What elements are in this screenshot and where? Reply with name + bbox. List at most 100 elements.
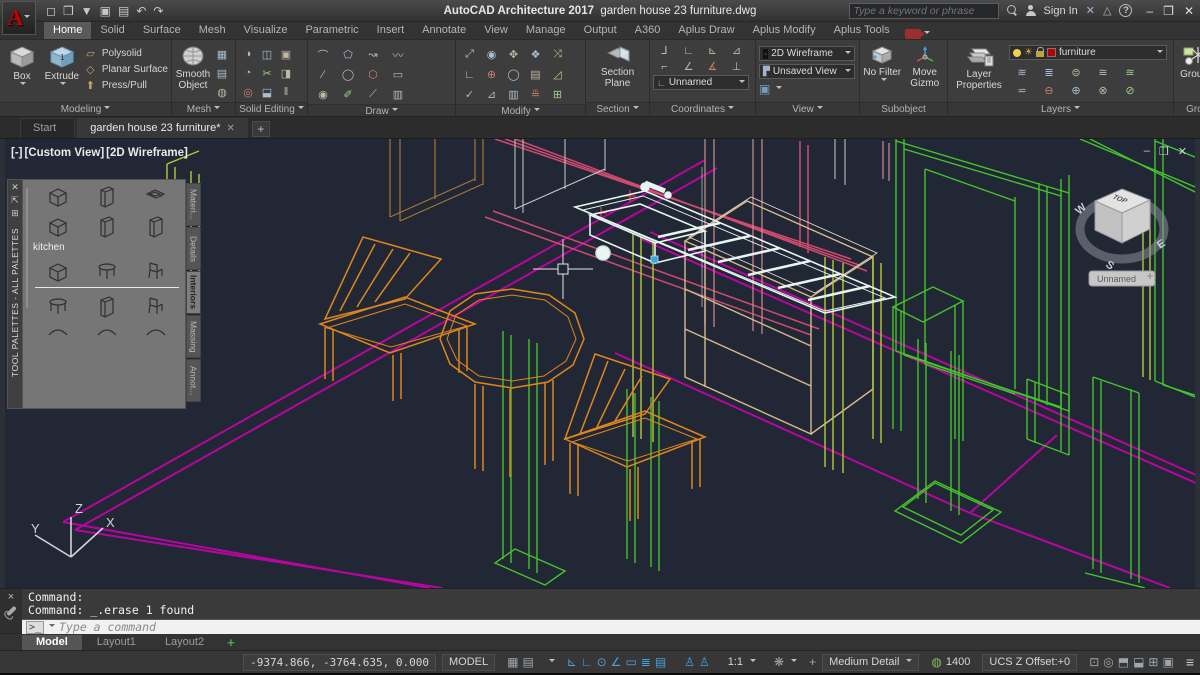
palette-tool-dining[interactable] — [145, 296, 167, 318]
ribbon-tab[interactable]: Mesh — [190, 22, 235, 39]
status-tool-icon[interactable]: ⬒ — [1118, 656, 1129, 668]
status-tool-icon[interactable]: ⊞ — [1148, 656, 1158, 668]
smooth-object-button[interactable]: Smooth Object — [175, 43, 211, 91]
app-menu-button[interactable]: A — [2, 1, 36, 35]
solid-editing-tool-icon[interactable]: ▣ — [277, 45, 295, 63]
no-filter-button[interactable]: No Filter — [863, 43, 902, 84]
snap-mode-icon[interactable]: ⊙ — [597, 656, 607, 668]
snap-mode-icon[interactable]: ≣ — [641, 656, 651, 668]
ribbon-tab[interactable]: A360 — [626, 22, 670, 39]
layer-tool-icon[interactable]: ⊗ — [1090, 82, 1116, 99]
layer-tool-icon[interactable]: ≅ — [1090, 64, 1116, 81]
workspace-gear-button[interactable]: ❋ — [768, 654, 803, 671]
quick-access-icon[interactable]: ❒ — [63, 5, 74, 17]
ucs-named-dropdown[interactable]: ∟ Unnamed — [653, 75, 749, 90]
draw-tool-icon[interactable]: ✐ — [336, 85, 360, 104]
signin-user-icon[interactable] — [1026, 5, 1036, 16]
box-button[interactable]: Box — [3, 43, 41, 88]
panel-title-groups[interactable]: Groups — [1174, 102, 1200, 116]
layer-tool-icon[interactable]: ⋍ — [1009, 82, 1035, 99]
new-layout-button[interactable]: + — [219, 635, 243, 650]
modify-tool-icon[interactable]: ✓ — [459, 85, 480, 104]
draw-tool-icon[interactable]: 〰 — [386, 45, 410, 64]
window-control-button[interactable]: – — [1146, 4, 1153, 18]
annotation-visibility-icon[interactable]: ♙ — [699, 656, 710, 668]
modify-tool-icon[interactable]: ▤ — [525, 65, 546, 84]
palette-tool-furniture[interactable] — [47, 261, 69, 283]
extrude-button[interactable]: 1 Extrude — [43, 43, 81, 88]
draw-tool-icon[interactable]: ⌒ — [311, 45, 335, 64]
file-tab[interactable]: garden house 23 furniture*✕ — [77, 118, 248, 138]
viewcube-cube[interactable]: TOP — [1095, 189, 1150, 243]
quick-access-icon[interactable]: ◻ — [46, 5, 56, 17]
file-tab-close-icon[interactable]: ✕ — [227, 123, 235, 134]
modify-tool-icon[interactable]: ▥ — [503, 85, 524, 104]
group-button[interactable]: Group — [1177, 43, 1200, 80]
palette-tool-kitchen[interactable] — [145, 216, 167, 238]
snap-mode-icon[interactable]: ∟ — [581, 656, 593, 668]
ucs-tool-icon[interactable]: ⌐ — [653, 59, 676, 74]
panel-title-solid-editing[interactable]: Solid Editing — [236, 102, 307, 116]
modify-tool-icon[interactable]: ◯ — [503, 65, 524, 84]
palette-tool-kitchen[interactable] — [145, 186, 167, 208]
quick-access-icon[interactable]: ▼ — [81, 5, 93, 17]
detail-level-dropdown[interactable]: Medium Detail — [822, 654, 919, 671]
layout-tab[interactable]: Layout2 — [151, 635, 218, 650]
layer-dropdown[interactable]: ☀ furniture — [1009, 45, 1167, 60]
solid-editing-tool-icon[interactable]: ⬓ — [258, 83, 276, 101]
layout-tab[interactable]: Model — [22, 635, 82, 650]
help-icon[interactable]: ? — [1119, 4, 1132, 17]
palette-tab[interactable]: Massing — [186, 315, 201, 358]
solid-editing-tool-icon[interactable]: ◔ — [239, 64, 257, 82]
modify-tool-icon[interactable]: ✥ — [503, 45, 524, 64]
viewport-window-button[interactable]: – — [1144, 145, 1150, 158]
status-tool-icon[interactable]: ◎ — [1103, 656, 1113, 668]
new-drawing-tab-button[interactable]: + — [252, 121, 270, 137]
draw-tool-icon[interactable]: ◉ — [311, 85, 335, 104]
palette-tool-dining[interactable] — [47, 296, 69, 318]
ribbon-tab[interactable]: Home — [44, 22, 91, 39]
snap-mode-icon[interactable]: ▤ — [655, 656, 666, 668]
visual-style-dropdown[interactable]: ▪ 2D Wireframe — [759, 46, 855, 61]
autodesk-exchange-icon[interactable]: ✕ — [1086, 4, 1095, 17]
ribbon-tab[interactable]: Aplus Draw — [669, 22, 743, 39]
grid-dropdown-arrow-icon[interactable] — [549, 659, 555, 665]
palette-tool-kitchen[interactable] — [47, 186, 69, 208]
panel-title-coordinates[interactable]: Coordinates — [650, 102, 755, 116]
panel-title-section[interactable]: Section — [586, 102, 649, 116]
palette-tool-kitchen[interactable] — [96, 216, 118, 238]
panel-title-layers[interactable]: Layers — [948, 102, 1173, 116]
modeling-stack-button[interactable]: ⬆ Press/Pull — [83, 78, 168, 92]
palette-tab[interactable]: Materi... — [186, 183, 201, 226]
palette-autohide-icon[interactable]: ⇱ — [11, 196, 19, 205]
viewcube-home-label[interactable]: Unnamed — [1089, 271, 1155, 286]
draw-tool-icon[interactable]: ◯ — [336, 65, 360, 84]
selection-grip[interactable] — [651, 256, 658, 263]
layer-tool-icon[interactable]: ≊ — [1117, 64, 1143, 81]
solid-editing-tool-icon[interactable]: ◑ — [239, 45, 257, 63]
quick-access-icon[interactable]: ▤ — [118, 5, 129, 17]
status-tool-icon[interactable]: ▣ — [1162, 656, 1173, 668]
layer-tool-icon[interactable]: ⊜ — [1063, 64, 1089, 81]
panel-title-modify[interactable]: Modify — [456, 104, 585, 117]
grid-toggle-icon[interactable]: ▦ — [507, 656, 518, 668]
mesh-tool-icon[interactable]: ◍ — [213, 83, 231, 101]
ribbon-tab[interactable]: Insert — [368, 22, 414, 39]
snap-mode-icon[interactable]: ⊾ — [567, 656, 577, 668]
window-control-button[interactable]: ✕ — [1184, 4, 1194, 18]
modify-tool-icon[interactable]: ≞ — [525, 85, 546, 104]
palette-tab[interactable]: Details — [186, 227, 201, 270]
palette-group-label[interactable]: kitchen — [33, 242, 181, 253]
modify-tool-icon[interactable]: ◿ — [547, 65, 568, 84]
palette-tool-kitchen[interactable] — [47, 216, 69, 238]
solid-editing-tool-icon[interactable]: ‖ — [277, 83, 295, 101]
solid-editing-tool-icon[interactable]: ◨ — [277, 64, 295, 82]
palette-tab[interactable]: Annot... — [186, 359, 201, 402]
ribbon-tab[interactable]: Parametric — [296, 22, 367, 39]
modify-tool-icon[interactable]: ⊞ — [547, 85, 568, 104]
command-input[interactable] — [59, 620, 1200, 634]
annotation-visibility-icon[interactable]: ♙ — [684, 656, 695, 668]
layout-tab[interactable]: Layout1 — [83, 635, 150, 650]
ribbon-tab[interactable]: Surface — [134, 22, 190, 39]
ribbon-tab[interactable]: Solid — [91, 22, 133, 39]
